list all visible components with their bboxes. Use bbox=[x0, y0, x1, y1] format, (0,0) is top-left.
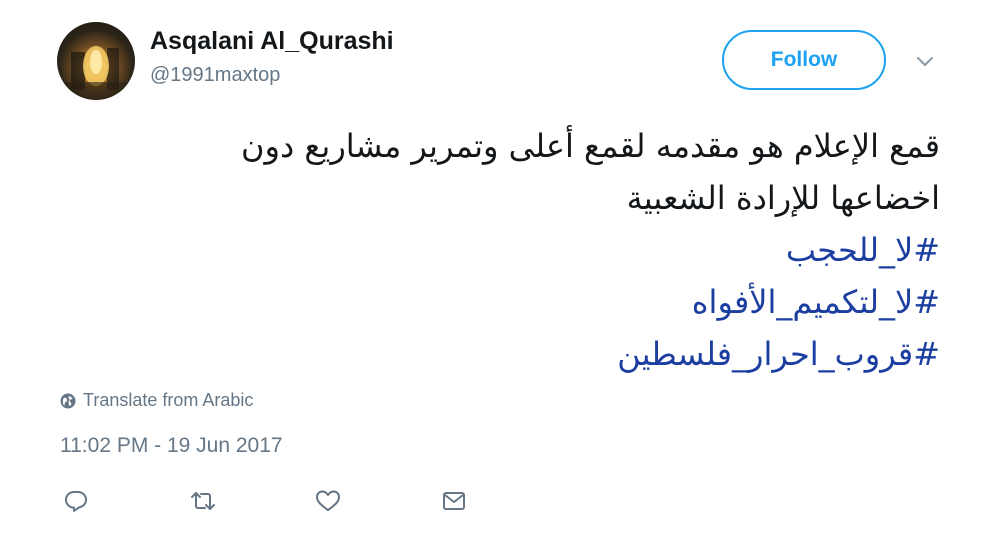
hashtag-link[interactable]: #قروب_احرار_فلسطين bbox=[617, 335, 940, 373]
translate-link[interactable]: Translate from Arabic bbox=[60, 390, 253, 411]
hashtag-link[interactable]: #لا_لتكميم_الأفواه bbox=[692, 283, 940, 321]
tweet-timestamp[interactable]: 11:02 PM - 19 Jun 2017 bbox=[60, 434, 283, 458]
globe-icon bbox=[60, 393, 76, 408]
avatar[interactable] bbox=[57, 22, 135, 100]
chevron-down-icon[interactable] bbox=[914, 52, 936, 70]
retweet-button[interactable] bbox=[188, 487, 218, 515]
translate-label: Translate from Arabic bbox=[83, 390, 254, 410]
tweet-text-line: اخضاعها للإرادة الشعبية bbox=[626, 179, 940, 217]
heart-icon bbox=[316, 490, 340, 511]
hashtag-link[interactable]: #لا_للحجب bbox=[786, 231, 940, 269]
tweet-text-line: قمع الإعلام هو مقدمه لقمع أعلى وتمرير مش… bbox=[241, 127, 940, 165]
author-handle[interactable]: @1991maxtop bbox=[150, 64, 280, 87]
follow-button[interactable]: Follow bbox=[722, 30, 886, 90]
author-name[interactable]: Asqalani Al_Qurashi bbox=[150, 27, 394, 56]
envelope-icon bbox=[443, 492, 465, 510]
reply-icon bbox=[65, 491, 87, 512]
reply-button[interactable] bbox=[61, 487, 91, 515]
avatar-image bbox=[63, 46, 129, 100]
like-button[interactable] bbox=[313, 487, 343, 515]
message-button[interactable] bbox=[439, 487, 469, 515]
tweet-text: قمع الإعلام هو مقدمه لقمع أعلى وتمرير مش… bbox=[80, 120, 940, 380]
retweet-icon bbox=[191, 492, 215, 510]
tweet-card: Asqalani Al_Qurashi @1991maxtop Follow ق… bbox=[0, 0, 1000, 550]
